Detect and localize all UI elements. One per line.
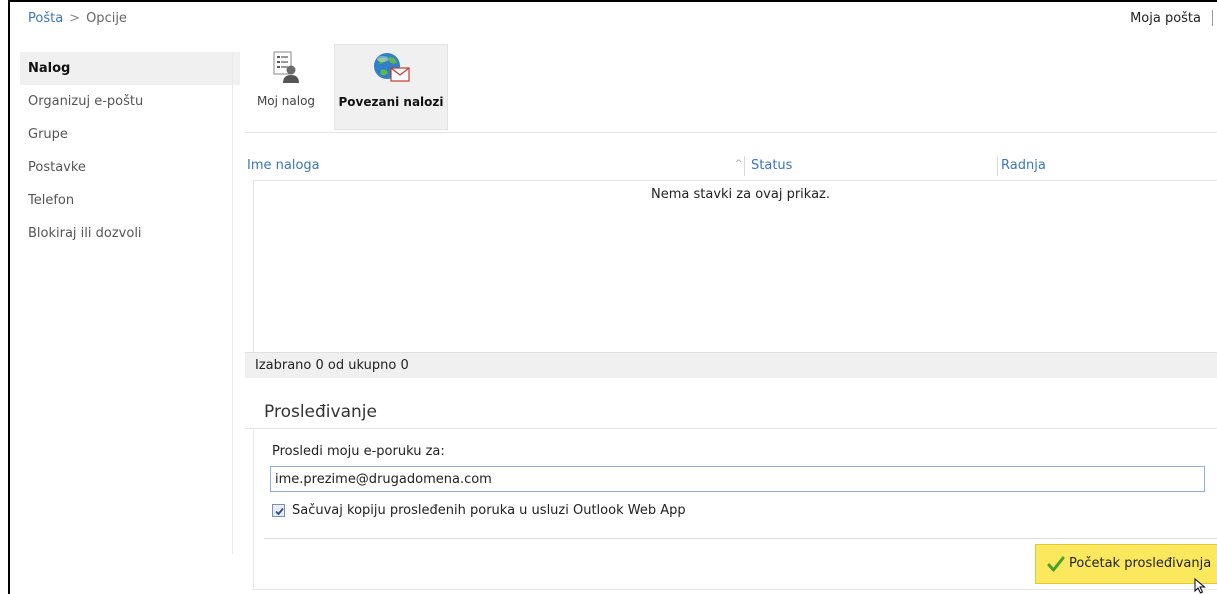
breadcrumb-current: Opcije [86,11,127,26]
column-action[interactable]: Radnja [1001,158,1046,173]
my-account-label: Moj nalog [256,94,316,108]
grid-body[interactable]: Nema stavki za ovaj prikaz. [253,180,1217,352]
sidebar-item-organize-email[interactable]: Organizuj e-poštu [20,85,240,118]
forwarding-title: Prosleđivanje [264,402,377,422]
grid-selection-status: Izabrano 0 od ukupno 0 [245,352,1217,378]
empty-message: Nema stavki za ovaj prikaz. [651,187,830,202]
breadcrumb-mail-link[interactable]: Pošta [28,11,63,26]
start-forwarding-label: Početak prosleđivanja [1069,556,1212,571]
keep-copy-label: Sačuvaj kopiju prosleđenih poruka u uslu… [292,503,686,518]
forwarding-title-underline [245,428,1217,429]
sidebar-item-settings[interactable]: Postavke [20,151,240,184]
column-separator[interactable] [744,156,745,176]
connected-accounts-button[interactable]: Povezani nalozi [334,44,448,130]
sidebar: Nalog Organizuj e-poštu Grupe Postavke T… [20,52,240,594]
sort-ascending-icon: ^ [735,159,743,169]
mouse-pointer-icon [1194,577,1208,594]
sidebar-item-phone[interactable]: Telefon [20,184,240,217]
forward-to-label: Prosledi moju e-poruku za: [272,444,445,459]
globe-mail-icon [371,51,411,89]
sidebar-item-account[interactable]: Nalog [20,52,240,85]
sidebar-item-block-allow[interactable]: Blokiraj ili dozvoli [20,217,240,250]
my-account-button[interactable]: Moj nalog [245,44,327,130]
green-check-icon [1047,556,1065,576]
accounts-grid: Ime naloga ^ Status Radnja Nema stavki z… [245,154,1217,378]
forwarding-divider [264,538,1217,539]
sidebar-divider [232,54,233,554]
app-frame: Pošta > Opcije Moja pošta Nalog Organizuj … [8,0,1217,594]
forwarding-section: Prosledi moju e-poruku za: Sačuvaj kopij… [253,430,1217,590]
grid-header: Ime naloga ^ Status Radnja [245,154,1217,178]
checkmark-icon [275,507,284,516]
sidebar-item-groups[interactable]: Grupe [20,118,240,151]
column-status[interactable]: Status [751,158,792,173]
my-account-icon [271,50,301,88]
column-separator[interactable] [997,156,998,176]
breadcrumb: Pošta > Opcije [28,11,127,26]
forward-email-input[interactable] [270,466,1205,492]
my-mail-link[interactable]: Moja pošta [1130,11,1201,26]
top-bar: Pošta > Opcije Moja pošta [10,2,1217,36]
start-forwarding-button[interactable]: Početak prosleđivanja [1035,544,1217,584]
column-account-name[interactable]: Ime naloga [247,158,320,173]
header-divider [1212,10,1213,26]
connected-accounts-label: Povezani nalozi [338,95,444,109]
breadcrumb-separator: > [69,11,81,26]
toolbar-divider [245,132,1217,133]
keep-copy-checkbox[interactable] [272,504,285,517]
